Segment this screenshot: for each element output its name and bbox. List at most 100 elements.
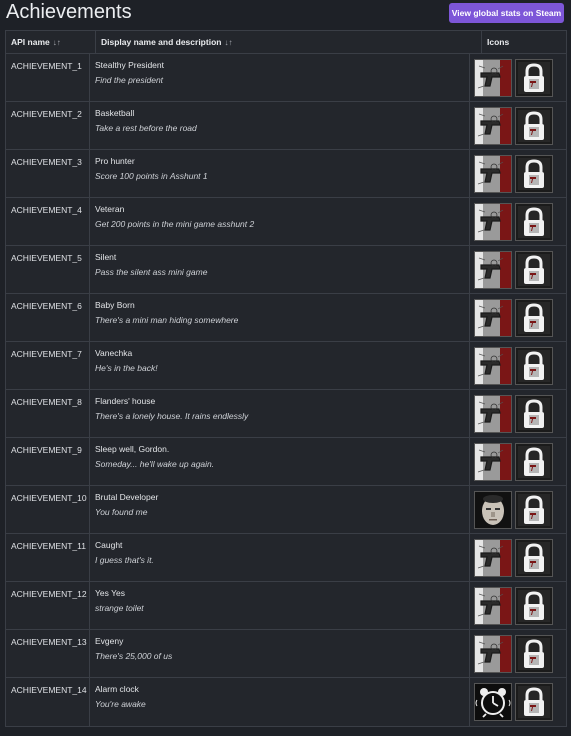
achievements-table: API name ↓↑ Display name and description…	[5, 30, 567, 727]
pistol-icon	[474, 58, 512, 97]
icons-cell	[470, 54, 566, 101]
display-name-cell: Caught I guess that's it.	[90, 534, 470, 581]
achievement-description: Someday... he'll wake up again.	[95, 459, 215, 469]
lock-icon	[515, 298, 553, 337]
achievement-name: Silent	[95, 252, 117, 262]
icons-cell	[470, 342, 566, 389]
achievement-name: Stealthy President	[95, 60, 164, 70]
pistol-icon	[474, 538, 512, 577]
page-title: Achievements	[6, 1, 132, 23]
table-row: ACHIEVEMENT_8 Flanders' house There's a lo…	[6, 390, 566, 438]
achievement-description: Get 200 points in the mini game asshunt …	[95, 219, 255, 229]
table-row: ACHIEVEMENT_5 Silent Pass the silent ass m…	[6, 246, 566, 294]
table-row: ACHIEVEMENT_14 Alarm clock You're awake	[6, 678, 566, 726]
lock-icon	[515, 634, 553, 673]
table-row: ACHIEVEMENT_1 Stealthy President Find the …	[6, 54, 566, 102]
table-row: ACHIEVEMENT_13 Evgeny There's 25,000 of us	[6, 630, 566, 678]
lock-icon	[515, 442, 553, 481]
api-name-cell: ACHIEVEMENT_8	[6, 390, 90, 437]
lock-icon	[515, 394, 553, 433]
pistol-icon	[474, 394, 512, 433]
icons-cell	[470, 534, 566, 581]
achievement-name: Pro hunter	[95, 156, 135, 166]
table-row: ACHIEVEMENT_12 Yes Yes strange toilet	[6, 582, 566, 630]
display-name-cell: Pro hunter Score 100 points in Asshunt 1	[90, 150, 470, 197]
icons-cell	[470, 246, 566, 293]
api-name-cell: ACHIEVEMENT_7	[6, 342, 90, 389]
achievement-description: You found me	[95, 507, 148, 517]
pistol-icon	[474, 586, 512, 625]
achievement-description: I guess that's it.	[95, 555, 154, 565]
view-global-stats-button[interactable]: View global stats on Steam	[449, 3, 564, 23]
achievement-name: Vanechka	[95, 348, 133, 358]
pistol-icon	[474, 250, 512, 289]
table-row: ACHIEVEMENT_3 Pro hunter Score 100 points …	[6, 150, 566, 198]
achievement-name: Yes Yes	[95, 588, 125, 598]
achievement-name: Evgeny	[95, 636, 124, 646]
display-name-cell: Yes Yes strange toilet	[90, 582, 470, 629]
display-name-column-header[interactable]: Display name and description ↓↑	[96, 31, 482, 53]
api-name-cell: ACHIEVEMENT_5	[6, 246, 90, 293]
lock-icon	[515, 346, 553, 385]
icons-cell	[470, 438, 566, 485]
alarm-clock-icon	[474, 683, 512, 721]
achievement-description: You're awake	[95, 699, 146, 709]
api-name-cell: ACHIEVEMENT_11	[6, 534, 90, 581]
pistol-icon	[474, 346, 512, 385]
achievement-description: Find the president	[95, 75, 164, 85]
icons-header-label: Icons	[487, 37, 510, 47]
lock-icon	[515, 250, 553, 289]
achievement-description: He's in the back!	[95, 363, 158, 373]
icons-cell	[470, 630, 566, 677]
pistol-icon	[474, 154, 512, 193]
api-name-cell: ACHIEVEMENT_9	[6, 438, 90, 485]
display-name-cell: Basketball Take a rest before the road	[90, 102, 470, 149]
achievement-description: There's a lonely house. It rains endless…	[95, 411, 249, 421]
lock-icon	[515, 683, 553, 721]
achievement-name: Basketball	[95, 108, 135, 118]
api-name-cell: ACHIEVEMENT_12	[6, 582, 90, 629]
lock-icon	[515, 202, 553, 241]
lock-icon	[515, 586, 553, 625]
sort-icon[interactable]: ↓↑	[53, 38, 61, 47]
api-name-header-label: API name	[11, 37, 50, 47]
table-row: ACHIEVEMENT_7 Vanechka He's in the back!	[6, 342, 566, 390]
pistol-icon	[474, 634, 512, 673]
api-name-cell: ACHIEVEMENT_14	[6, 678, 90, 726]
pistol-icon	[474, 442, 512, 481]
lock-icon	[515, 154, 553, 193]
icons-cell	[470, 294, 566, 341]
lock-icon	[515, 490, 553, 529]
table-header: API name ↓↑ Display name and description…	[6, 31, 566, 54]
achievement-name: Baby Born	[95, 300, 135, 310]
sort-icon[interactable]: ↓↑	[224, 38, 232, 47]
face-icon	[474, 490, 512, 529]
api-name-cell: ACHIEVEMENT_3	[6, 150, 90, 197]
achievement-name: Brutal Developer	[95, 492, 159, 502]
achievement-description: Take a rest before the road	[95, 123, 197, 133]
icons-cell	[470, 678, 566, 726]
display-name-cell: Baby Born There's a mini man hiding somew…	[90, 294, 470, 341]
icons-column-header: Icons	[482, 31, 566, 53]
display-name-cell: Evgeny There's 25,000 of us	[90, 630, 470, 677]
api-name-cell: ACHIEVEMENT_13	[6, 630, 90, 677]
achievement-description: There's 25,000 of us	[95, 651, 173, 661]
achievement-name: Veteran	[95, 204, 125, 214]
api-name-column-header[interactable]: API name ↓↑	[6, 31, 96, 53]
display-name-cell: Stealthy President Find the president	[90, 54, 470, 101]
achievement-name: Flanders' house	[95, 396, 156, 406]
pistol-icon	[474, 202, 512, 241]
display-name-header-label: Display name and description	[101, 37, 222, 47]
pistol-icon	[474, 298, 512, 337]
achievement-name: Sleep well, Gordon.	[95, 444, 170, 454]
display-name-cell: Sleep well, Gordon. Someday... he'll wake…	[90, 438, 470, 485]
table-body: ACHIEVEMENT_1 Stealthy President Find the …	[6, 54, 566, 726]
achievement-description: Score 100 points in Asshunt 1	[95, 171, 208, 181]
table-row: ACHIEVEMENT_11 Caught I guess that's it.	[6, 534, 566, 582]
table-row: ACHIEVEMENT_2 Basketball Take a rest befor…	[6, 102, 566, 150]
display-name-cell: Veteran Get 200 points in the mini game a…	[90, 198, 470, 245]
table-row: ACHIEVEMENT_9 Sleep well, Gordon. Someday.…	[6, 438, 566, 486]
achievement-name: Caught	[95, 540, 123, 550]
icons-cell	[470, 486, 566, 533]
display-name-cell: Alarm clock You're awake	[90, 678, 470, 726]
